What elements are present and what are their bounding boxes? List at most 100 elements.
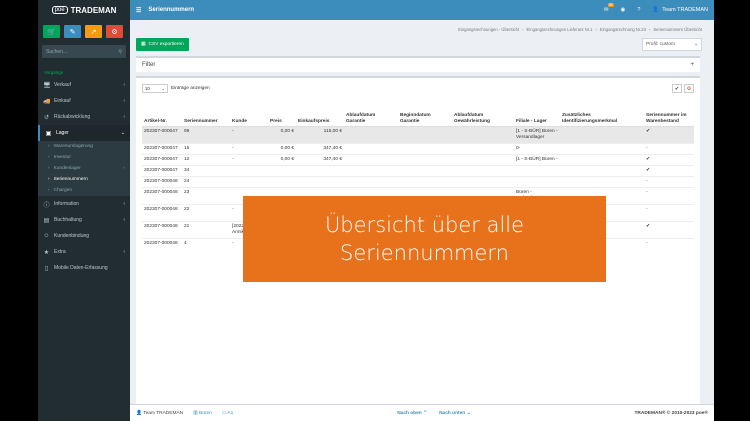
table-cell-gw [452, 142, 514, 154]
notifications-button[interactable]: ✉ 25 [604, 3, 614, 13]
col-header[interactable]: Seriennummer [182, 104, 230, 127]
table-tools: ✔ ⚙ [672, 84, 694, 93]
sidebar-item-lager[interactable]: ▣ Lager ⌄ [38, 125, 130, 141]
footer-location[interactable]: ▥ Büren [193, 411, 212, 416]
profile-select[interactable]: Profil: custom ⌄ [642, 38, 702, 51]
table-cell-ek: 347,40 € [296, 153, 344, 165]
box-icon: ▣ [45, 130, 52, 137]
breadcrumb-item[interactable]: Eingangsrechnungen Lieferant Nr.1 [527, 27, 593, 32]
user-menu[interactable]: 👤 Team TRADEMAN [652, 7, 708, 13]
help-icon[interactable]: ? [637, 7, 640, 13]
book-icon: ▤ [43, 217, 50, 224]
table-cell-ag [344, 153, 398, 165]
table-cell-kunde: - [230, 125, 268, 143]
table-cell-art: 202307-000048 [142, 237, 182, 255]
col-header[interactable]: Zusätzliches Identifizierungsmerkmal [560, 104, 644, 127]
breadcrumb-item[interactable]: Eingangsrechnungen - Übersicht [458, 27, 519, 32]
breadcrumb-item-current: Seriennummern Übersicht [653, 27, 702, 32]
app-logo[interactable]: poe TRADEMAN [38, 0, 130, 20]
eye-icon[interactable]: ◉ [621, 7, 626, 13]
scroll-down-link[interactable]: Nach unten ⌄ [439, 411, 471, 416]
table-cell-sn: 22 [182, 203, 230, 221]
table-cell-bg [398, 164, 452, 176]
table-cell-zus [560, 153, 644, 165]
table-row[interactable]: 202307-000047 15-0,00 €347,40 €0- - [142, 142, 694, 154]
table-cell-gw [452, 164, 514, 176]
menu-toggle-icon[interactable]: ☰ [136, 7, 141, 14]
gears-icon: ⚙ [111, 28, 118, 36]
col-header[interactable]: Kunde [230, 104, 268, 127]
col-header[interactable]: Ablaufdatum Gewährleistung [452, 104, 514, 127]
chevron-left-icon: ‹ [123, 217, 125, 223]
table-row[interactable]: 202307-000047 99-0,00 €115,00 € [1 - S-BÜR… [142, 125, 694, 143]
pencil-icon: ✎ [69, 28, 76, 36]
quick-edit-button[interactable]: ✎ [64, 25, 81, 38]
sidebar-item-extra[interactable]: ★ Extra ‹ [38, 244, 130, 260]
csv-export-button[interactable]: ▦ CSV exportieren [136, 38, 189, 51]
col-header[interactable]: Beginndatum Garantie [398, 104, 452, 127]
table-cell-gw [452, 153, 514, 165]
search-icon[interactable]: ⚲ [118, 49, 122, 55]
sidebar-item-verkauf[interactable]: 🖥 Verkauf ‹ [38, 77, 130, 93]
breadcrumb-item[interactable]: Eingangsrechnung Nr.23 [600, 27, 646, 32]
sidebar-item-rueckabwicklung[interactable]: ↺ Rückabwicklung ‹ [38, 109, 130, 125]
table-cell-zus [560, 175, 644, 187]
chart-icon: ↗ [90, 28, 97, 36]
quick-cart-button[interactable]: 🛒 [43, 25, 60, 38]
check-icon[interactable]: ✔ [672, 84, 682, 93]
sidebar-item-einkauf[interactable]: 🚚 Einkauf ‹ [38, 93, 130, 109]
filter-panel[interactable]: Filter + [136, 56, 700, 72]
sidebar-subitem-inventur[interactable]: › Inventur [38, 152, 130, 163]
table-cell-ek [296, 164, 344, 176]
col-header[interactable]: Artikel-Nr. [142, 104, 182, 127]
quick-chart-button[interactable]: ↗ [85, 25, 102, 38]
chevron-left-icon: ‹ [123, 249, 125, 255]
footer-device[interactable]: ▭ A1 [222, 411, 233, 416]
table-row[interactable]: 202307-000048 24 - [142, 175, 694, 187]
table-cell-zus [560, 125, 644, 143]
table-cell-wb: - [644, 186, 694, 204]
col-header[interactable]: Ablaufdatum Garantie [344, 104, 398, 127]
undo-icon: ↺ [43, 114, 50, 121]
table-row[interactable]: 202307-000047 34 ✔ [142, 164, 694, 176]
columns-icon[interactable]: ⚙ [684, 84, 694, 93]
table-cell-kunde: - [230, 142, 268, 154]
table-cell-art: 202307-000048 [142, 175, 182, 187]
table-cell-lager: [1 - S-BÜR] Büren - Versandlager [514, 125, 560, 143]
sidebar-subitem-kundenlager[interactable]: › Kundenlager ‹ [38, 163, 130, 174]
table-cell-art: 202307-000047 [142, 164, 182, 176]
table-cell-sn: 15 [182, 142, 230, 154]
table-cell-bg [398, 153, 452, 165]
entries-select[interactable]: 10 ⌄ [142, 84, 168, 93]
sidebar-item-kundenbindung[interactable]: ☺ Kundenbindung [38, 228, 130, 244]
chevron-left-icon: ‹ [123, 114, 125, 120]
sidebar-item-buchhaltung[interactable]: ▤ Buchhaltung ‹ [38, 212, 130, 228]
scroll-up-link[interactable]: Nach oben ⌃ [397, 411, 427, 416]
plus-icon[interactable]: + [690, 62, 694, 68]
footer: 👤 Team TRADEMAN ▥ Büren ▭ A1 Nach oben ⌃… [130, 404, 714, 421]
mobile-icon: ▯ [44, 265, 49, 272]
sidebar-subitem-chargen[interactable]: › Chargen [38, 185, 130, 196]
chevron-right-icon: › [48, 144, 50, 149]
search-input[interactable]: Suchen... [46, 49, 67, 55]
col-header[interactable]: Filiale - Lager [514, 104, 560, 127]
table-cell-ek: 347,40 € [296, 142, 344, 154]
quick-settings-button[interactable]: ⚙ [106, 25, 123, 38]
col-header[interactable]: Preis [268, 104, 296, 127]
nav-section-label: Vorgänge [44, 70, 64, 75]
table-row[interactable]: 202307-000047 12-0,00 €347,40 € [1 - S-BÜR… [142, 153, 694, 165]
table-cell-gw [452, 125, 514, 143]
chevron-down-icon: ⌄ [466, 410, 471, 416]
sidebar-item-mobile-daten-erfassung[interactable]: ▯ Mobile Daten-Erfassung [38, 260, 130, 276]
sidebar-item-information[interactable]: ⓘ Information ‹ [38, 196, 130, 212]
table-cell-preis: 0,00 € [268, 153, 296, 165]
table-header-row: Artikel-Nr. Seriennummer Kunde Preis Ein… [142, 104, 694, 127]
table-cell-wb: ✔ [644, 164, 694, 176]
col-header[interactable]: Einkaufspreis [296, 104, 344, 127]
chevron-left-icon: ‹ [123, 98, 125, 104]
sidebar-search[interactable]: Suchen... ⚲ [42, 45, 126, 58]
sidebar-subitem-seriennummern[interactable]: › Seriennummern [38, 174, 130, 185]
table-cell-kunde [230, 164, 268, 176]
col-header[interactable]: Seriennummer im Warenbestand [644, 104, 694, 127]
sidebar-subitem-warenumlagerung[interactable]: › Warenumlagerung [38, 141, 130, 152]
